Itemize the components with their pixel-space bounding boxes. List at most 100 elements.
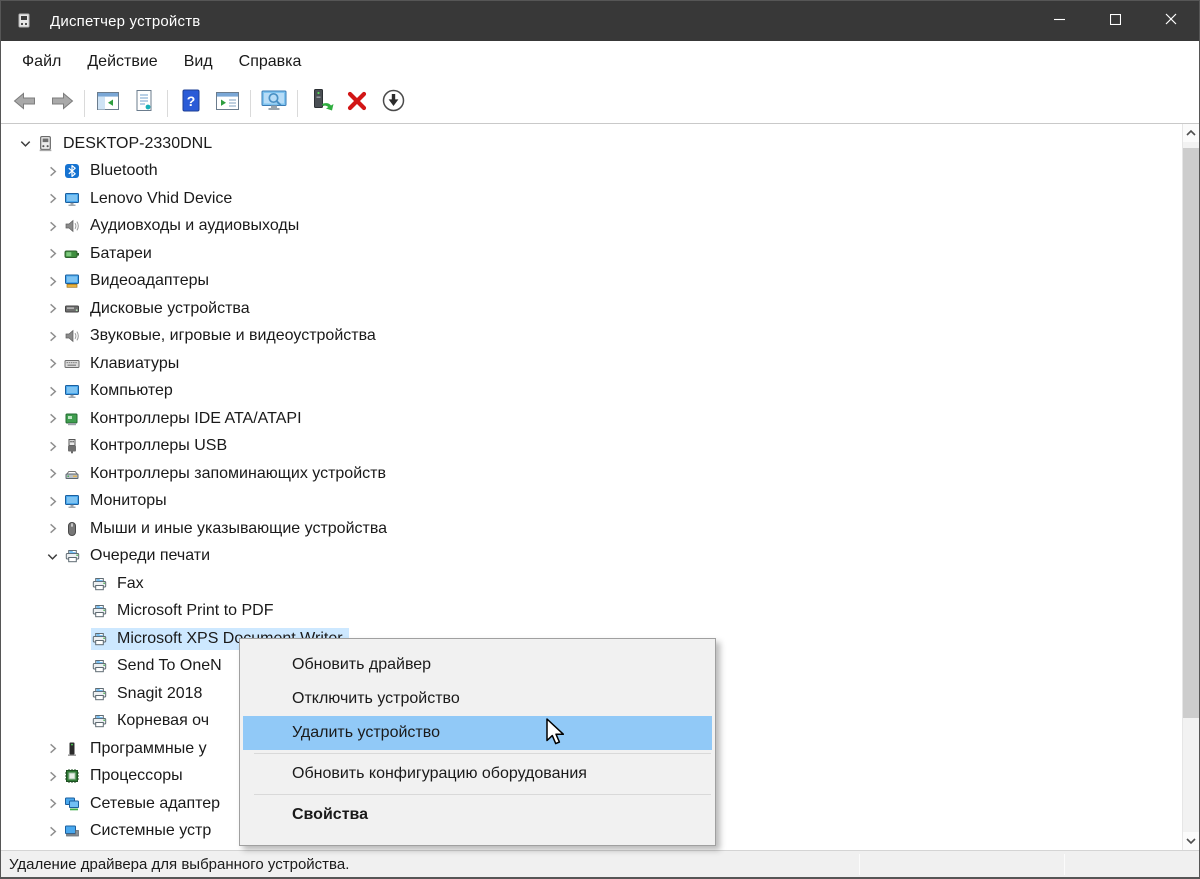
tree-item[interactable]: Батареи xyxy=(1,240,1199,268)
disable-device-button[interactable] xyxy=(375,87,411,119)
processor-icon xyxy=(64,768,84,784)
tree-item[interactable]: Bluetooth xyxy=(1,158,1199,186)
back-button[interactable] xyxy=(7,87,43,119)
speaker-icon xyxy=(64,328,84,344)
tree-item-label: Компьютер xyxy=(86,380,179,402)
tree-item[interactable]: Контроллеры запоминающих устройств xyxy=(1,460,1199,488)
menubar-item[interactable]: Действие xyxy=(74,41,170,83)
chevron-right-icon[interactable] xyxy=(40,795,64,813)
chevron-down-icon[interactable] xyxy=(13,135,37,153)
keyboard-icon xyxy=(64,356,84,372)
printer-icon xyxy=(91,576,111,592)
close-button[interactable] xyxy=(1143,1,1199,41)
scroll-down-button[interactable] xyxy=(1183,832,1199,850)
tree-item-label: Звуковые, игровые и видеоустройства xyxy=(86,325,382,347)
tree-item[interactable]: Lenovo Vhid Device xyxy=(1,185,1199,213)
tree-item[interactable]: Видеоадаптеры xyxy=(1,268,1199,296)
scan-hardware-changes-button[interactable] xyxy=(256,87,292,119)
tree-item[interactable]: Дисковые устройства xyxy=(1,295,1199,323)
tree-item-label: Мониторы xyxy=(86,490,173,512)
software-device-icon xyxy=(64,741,84,757)
chevron-right-icon[interactable] xyxy=(40,465,64,483)
tree-item[interactable]: Контроллеры IDE ATA/ATAPI xyxy=(1,405,1199,433)
tree-item-label: Клавиатуры xyxy=(86,353,185,375)
tree-item[interactable]: Аудиовходы и аудиовыходы xyxy=(1,213,1199,241)
chevron-right-icon[interactable] xyxy=(40,767,64,785)
chevron-right-icon[interactable] xyxy=(40,382,64,400)
tree-item-label: Fax xyxy=(113,573,150,595)
scrollbar-thumb[interactable] xyxy=(1183,148,1199,718)
tree-item-label: Контроллеры USB xyxy=(86,435,233,457)
chevron-right-icon[interactable] xyxy=(40,327,64,345)
minimize-button[interactable] xyxy=(1031,1,1087,41)
tree-item-label: Батареи xyxy=(86,243,158,265)
tree-item[interactable]: Контроллеры USB xyxy=(1,433,1199,461)
back-arrow-icon xyxy=(12,90,39,117)
chevron-right-icon[interactable] xyxy=(40,437,64,455)
tree-item[interactable]: Звуковые, игровые и видеоустройства xyxy=(1,323,1199,351)
chevron-right-icon[interactable] xyxy=(40,162,64,180)
context-menu-item[interactable]: Удалить устройство xyxy=(243,716,712,750)
close-icon xyxy=(1165,12,1177,30)
chevron-spacer xyxy=(67,602,91,620)
chevron-spacer xyxy=(67,575,91,593)
context-menu-item[interactable]: Отключить устройство xyxy=(240,682,715,716)
action-pane-button[interactable] xyxy=(209,87,245,119)
ide-controller-icon xyxy=(64,411,84,427)
context-menu-item[interactable]: Свойства xyxy=(240,798,715,832)
tree-item[interactable]: Мыши и иные указывающие устройства xyxy=(1,515,1199,543)
context-menu-separator xyxy=(254,794,711,795)
tree-item[interactable]: Fax xyxy=(1,570,1199,598)
forward-button[interactable] xyxy=(43,87,79,119)
chevron-right-icon[interactable] xyxy=(40,822,64,840)
tree-item-label: Мыши и иные указывающие устройства xyxy=(86,518,393,540)
chevron-right-icon[interactable] xyxy=(40,190,64,208)
tree-item-label: Lenovo Vhid Device xyxy=(86,188,238,210)
chevron-right-icon[interactable] xyxy=(40,217,64,235)
scroll-up-button[interactable] xyxy=(1183,124,1199,142)
chevron-right-icon[interactable] xyxy=(40,300,64,318)
chevron-right-icon[interactable] xyxy=(40,272,64,290)
toolbar-separator xyxy=(167,90,168,117)
tree-item[interactable]: Клавиатуры xyxy=(1,350,1199,378)
update-driver-button[interactable] xyxy=(303,87,339,119)
context-menu-item[interactable]: Обновить конфигурацию оборудования xyxy=(240,757,715,791)
chevron-spacer xyxy=(67,630,91,648)
show-console-tree-button[interactable] xyxy=(90,87,126,119)
tree-item-label: Bluetooth xyxy=(86,160,164,182)
menubar-item[interactable]: Файл xyxy=(9,41,74,83)
help-icon: ? xyxy=(180,88,202,119)
vertical-scrollbar[interactable] xyxy=(1182,124,1199,850)
maximize-button[interactable] xyxy=(1087,1,1143,41)
chevron-right-icon[interactable] xyxy=(40,520,64,538)
help-button[interactable]: ? xyxy=(173,87,209,119)
printer-icon xyxy=(91,686,111,702)
disk-icon xyxy=(64,301,84,317)
menubar-item[interactable]: Вид xyxy=(171,41,226,83)
chevron-right-icon[interactable] xyxy=(40,492,64,510)
tree-item[interactable]: Microsoft Print to PDF xyxy=(1,598,1199,626)
context-menu-item[interactable]: Обновить драйвер xyxy=(240,648,715,682)
uninstall-device-button[interactable] xyxy=(339,87,375,119)
tree-item-label: Snagit 2018 xyxy=(113,683,208,705)
printer-icon xyxy=(64,548,84,564)
tree-item-label: Сетевые адаптер xyxy=(86,793,226,815)
tree-item[interactable]: Компьютер xyxy=(1,378,1199,406)
chevron-down-icon[interactable] xyxy=(40,547,64,565)
window-title: Диспетчер устройств xyxy=(50,13,1031,30)
speaker-icon xyxy=(64,218,84,234)
chevron-right-icon[interactable] xyxy=(40,410,64,428)
tree-item-label: Корневая оч xyxy=(113,710,215,732)
mouse-icon xyxy=(64,521,84,537)
tree-item[interactable]: DESKTOP-2330DNL xyxy=(1,130,1199,158)
properties-button[interactable] xyxy=(126,87,162,119)
chevron-right-icon[interactable] xyxy=(40,740,64,758)
computer-root-icon xyxy=(37,136,57,152)
chevron-right-icon[interactable] xyxy=(40,355,64,373)
context-menu-separator xyxy=(254,753,711,754)
toolbar: ? xyxy=(1,83,1199,124)
tree-item[interactable]: Мониторы xyxy=(1,488,1199,516)
tree-item[interactable]: Очереди печати xyxy=(1,543,1199,571)
chevron-right-icon[interactable] xyxy=(40,245,64,263)
menubar-item[interactable]: Справка xyxy=(226,41,315,83)
